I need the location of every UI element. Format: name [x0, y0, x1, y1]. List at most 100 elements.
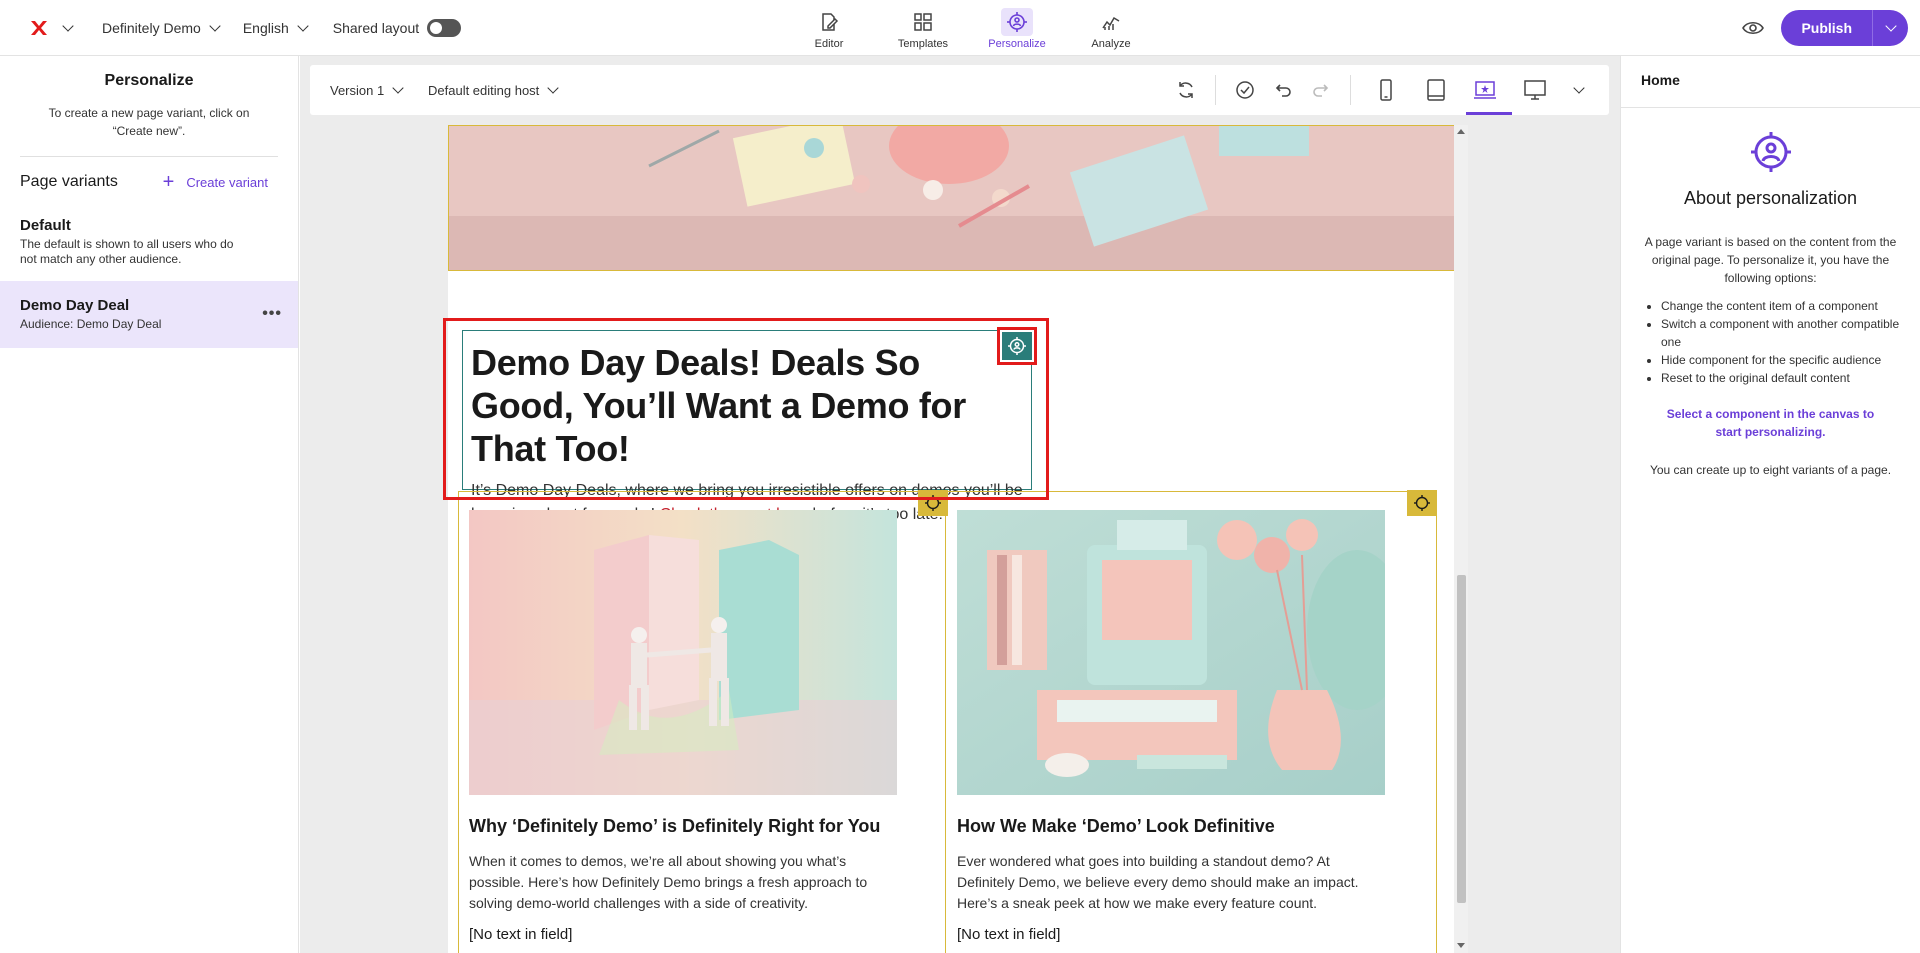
chevron-down-icon [392, 81, 404, 94]
variant-name: Default [20, 217, 71, 234]
create-variant-button[interactable]: + Create variant [162, 171, 268, 193]
chevron-down-icon [297, 19, 309, 32]
version-selector[interactable]: Version 1 [330, 65, 404, 115]
editing-host-label: Default editing host [428, 82, 540, 98]
preview-eye-icon[interactable] [1739, 14, 1767, 42]
scrollbar-thumb[interactable] [1457, 575, 1466, 903]
templates-icon [907, 8, 939, 36]
more-devices-chevron-icon[interactable] [1564, 75, 1594, 105]
options-list: Change the content item of a component S… [1661, 297, 1900, 387]
mode-tabs: Editor Templates Personalize Analyze [790, 0, 1166, 56]
shared-layout-control: Shared layout [332, 19, 462, 37]
personalize-target-icon [1002, 332, 1032, 360]
top-bar-left: Definitely Demo English Shared layout [24, 0, 462, 56]
card-empty-field: [No text in field] [469, 926, 573, 943]
tab-templates[interactable]: Templates [884, 0, 962, 56]
more-options-icon[interactable]: ••• [262, 305, 282, 323]
chevron-down-icon [1884, 20, 1897, 32]
personalize-component-icon[interactable] [918, 490, 948, 516]
card-item[interactable]: Why ‘Definitely Demo’ is Definitely Righ… [469, 510, 899, 943]
page-variants-header: Page variants + Create variant [0, 157, 298, 193]
site-selector[interactable]: Definitely Demo [102, 19, 221, 36]
personalize-component-icon[interactable] [1407, 490, 1437, 516]
app-switcher-chevron-icon[interactable] [62, 19, 74, 32]
panel-title: Personalize [104, 72, 194, 89]
language-selector[interactable]: English [242, 19, 309, 36]
divider [1350, 75, 1351, 105]
card-divider [945, 491, 946, 953]
tab-label: Personalize [988, 38, 1046, 50]
variant-description: The default is shown to all users who do… [20, 237, 234, 266]
language-label: English [242, 20, 289, 36]
site-name: Definitely Demo [102, 20, 201, 36]
version-label: Version 1 [330, 82, 385, 98]
chevron-down-icon [547, 81, 559, 94]
shared-layout-label: Shared layout [332, 20, 420, 36]
hero-image[interactable] [448, 125, 1455, 271]
canvas-toolbar: Version 1 Default editing host [310, 65, 1609, 115]
scroll-up-arrow-icon[interactable] [1457, 129, 1465, 134]
breadcrumb: Home [1621, 56, 1920, 108]
personalize-heading-button[interactable] [997, 327, 1037, 365]
personalize-panel: Personalize To create a new page variant… [0, 56, 299, 953]
list-item: Change the content item of a component [1661, 297, 1900, 315]
tablet-device-icon[interactable] [1421, 75, 1451, 105]
refresh-icon[interactable] [1171, 75, 1201, 105]
tab-label: Templates [897, 38, 949, 50]
variant-limit-note: You can create up to eight variants of a… [1649, 463, 1892, 477]
tab-editor[interactable]: Editor [790, 0, 868, 56]
page-heading: Demo Day Deals! Deals So Good, You’ll Wa… [471, 342, 966, 469]
publish-options-button[interactable] [1872, 10, 1908, 46]
card-title: How We Make ‘Demo’ Look Definitive [957, 816, 1275, 836]
plus-icon: + [162, 171, 175, 193]
publish-split-button: Publish [1781, 10, 1908, 46]
validate-check-icon[interactable] [1230, 75, 1260, 105]
variant-name: Demo Day Deal [20, 297, 130, 314]
personalize-icon [1001, 8, 1033, 36]
card-image [469, 510, 897, 795]
panel-description: To create a new page variant, click on “… [48, 106, 250, 138]
undo-icon[interactable] [1268, 75, 1298, 105]
card-image [957, 510, 1385, 795]
top-bar-right: Publish [1739, 0, 1908, 56]
about-personalization-panel: Home About personalization A page varian… [1620, 56, 1920, 953]
variant-item-demo-day-deal[interactable]: Demo Day Deal Audience: Demo Day Deal ••… [0, 281, 298, 348]
card-text: When it comes to demos, we’re all about … [469, 853, 868, 911]
card-empty-field: [No text in field] [957, 926, 1061, 943]
divider [1215, 75, 1216, 105]
editing-host-selector[interactable]: Default editing host [428, 65, 559, 115]
panel-description: A page variant is based on the content f… [1644, 235, 1897, 285]
personalize-icon [1749, 130, 1793, 174]
list-item: Hide component for the specific audience [1661, 351, 1900, 369]
tab-label: Analyze [1091, 38, 1131, 50]
variant-item-default[interactable]: Default The default is shown to all user… [0, 207, 298, 277]
scroll-down-arrow-icon[interactable] [1457, 943, 1465, 948]
create-variant-label: Create variant [186, 174, 268, 190]
analyze-icon [1095, 8, 1127, 36]
select-component-hint: Select a component in the canvas to star… [1666, 407, 1875, 439]
variant-description: Audience: Demo Day Deal [20, 317, 162, 331]
chevron-down-icon [209, 19, 221, 32]
page-preview: Demo Day Deals! Deals So Good, You’ll Wa… [448, 125, 1455, 953]
redo-icon[interactable] [1306, 75, 1336, 105]
publish-button[interactable]: Publish [1781, 10, 1872, 46]
card-item[interactable]: How We Make ‘Demo’ Look Definitive Ever … [957, 510, 1387, 943]
laptop-device-icon[interactable] [1470, 75, 1500, 105]
panel-title: About personalization [1683, 188, 1858, 208]
app-logo-icon[interactable] [24, 13, 54, 43]
tab-label: Editor [814, 38, 844, 50]
active-device-indicator [1466, 112, 1512, 115]
top-bar: Definitely Demo English Shared layout Ed… [0, 0, 1920, 56]
editor-icon [813, 8, 845, 36]
desktop-device-icon[interactable] [1520, 75, 1550, 105]
mobile-device-icon[interactable] [1371, 75, 1401, 105]
card-text: Ever wondered what goes into building a … [957, 853, 1359, 911]
card-title: Why ‘Definitely Demo’ is Definitely Righ… [469, 816, 881, 836]
shared-layout-toggle[interactable] [427, 19, 462, 37]
list-item: Switch a component with another compatib… [1661, 315, 1900, 351]
canvas-scrollbar[interactable] [1454, 125, 1468, 953]
page-variants-heading: Page variants [20, 173, 118, 190]
tab-analyze[interactable]: Analyze [1072, 0, 1150, 56]
rich-text-component[interactable]: Demo Day Deals! Deals So Good, You’ll Wa… [462, 330, 1032, 523]
tab-personalize[interactable]: Personalize [978, 0, 1056, 56]
